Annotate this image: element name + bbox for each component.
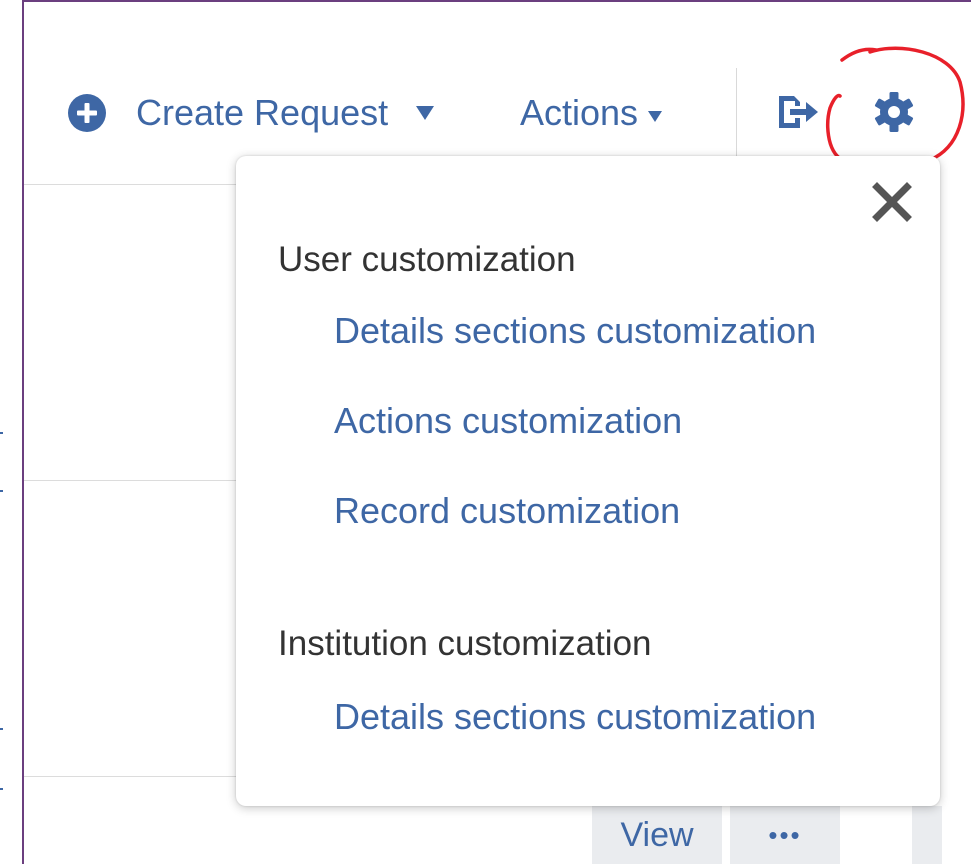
more-icon: •••	[768, 819, 802, 850]
institution-customization-heading: Institution customization	[278, 624, 652, 663]
menu-item-user-record[interactable]: Record customization	[334, 490, 680, 532]
view-button[interactable]: View	[592, 806, 722, 864]
caret-down-icon	[648, 110, 663, 122]
close-icon[interactable]	[872, 182, 912, 222]
row-divider	[24, 776, 236, 777]
create-request-button[interactable]: Create Request	[68, 90, 435, 136]
plus-circle-icon	[68, 94, 106, 132]
more-actions-button[interactable]: •••	[730, 806, 840, 864]
caret-down-icon[interactable]	[416, 106, 435, 120]
actions-menu-button[interactable]: Actions	[520, 90, 663, 136]
menu-item-institution-details-sections[interactable]: Details sections customization	[334, 696, 816, 738]
edge-mark	[0, 728, 3, 730]
export-icon[interactable]	[776, 92, 820, 132]
edge-mark	[0, 432, 3, 434]
row-divider	[24, 184, 240, 185]
edge-mark	[0, 490, 3, 492]
customization-popup: User customization Details sections cust…	[236, 156, 940, 806]
gear-icon[interactable]	[870, 88, 918, 136]
edge-mark	[0, 788, 3, 790]
menu-item-user-details-sections[interactable]: Details sections customization	[334, 310, 816, 352]
create-request-label: Create Request	[136, 92, 389, 133]
row-divider	[24, 480, 236, 481]
menu-item-user-actions[interactable]: Actions customization	[334, 400, 682, 442]
user-customization-heading: User customization	[278, 240, 576, 279]
actions-label: Actions	[520, 92, 639, 133]
row-action-strip	[912, 806, 942, 864]
